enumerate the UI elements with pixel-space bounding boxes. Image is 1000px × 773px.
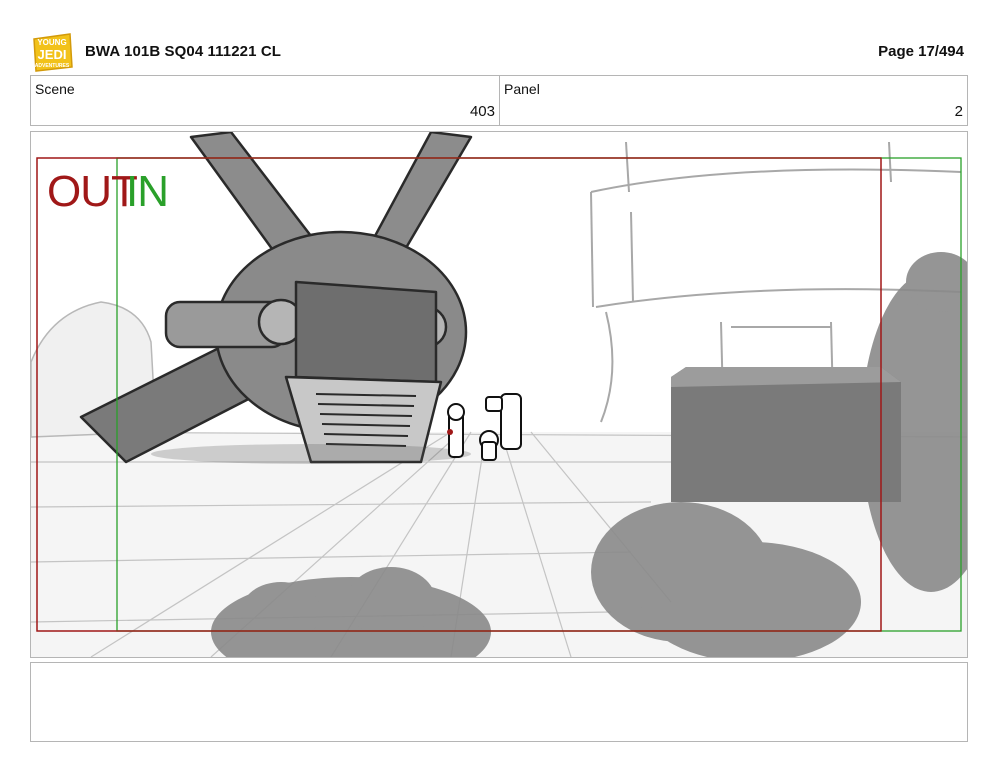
notes-box [30, 662, 968, 742]
svg-text:YOUNG: YOUNG [37, 38, 66, 47]
scene-number: 403 [469, 103, 495, 120]
out-marker: OUT [47, 167, 138, 216]
panel-label: Panel [504, 81, 540, 97]
storyboard-sketch [31, 132, 967, 657]
panel-cell: Panel 2 [500, 76, 967, 125]
in-label: IN [126, 167, 169, 216]
in-marker: IN [126, 167, 169, 216]
svg-text:JEDI: JEDI [38, 47, 67, 62]
panel-number: 2 [954, 103, 963, 120]
page-counter: Page 17/494 [878, 43, 964, 60]
out-label: OUT [47, 167, 138, 216]
svg-text:ADVENTURES: ADVENTURES [35, 63, 70, 69]
document-title: BWA 101B SQ04 111221 CL [85, 43, 282, 60]
scene-label: Scene [35, 81, 75, 97]
scene-cell: Scene 403 [31, 76, 500, 125]
scene-panel-info: Scene 403 Panel 2 [30, 75, 968, 126]
show-logo: YOUNG JEDI ADVENTURES [31, 31, 74, 73]
storyboard-frame: OUT IN [30, 131, 968, 658]
